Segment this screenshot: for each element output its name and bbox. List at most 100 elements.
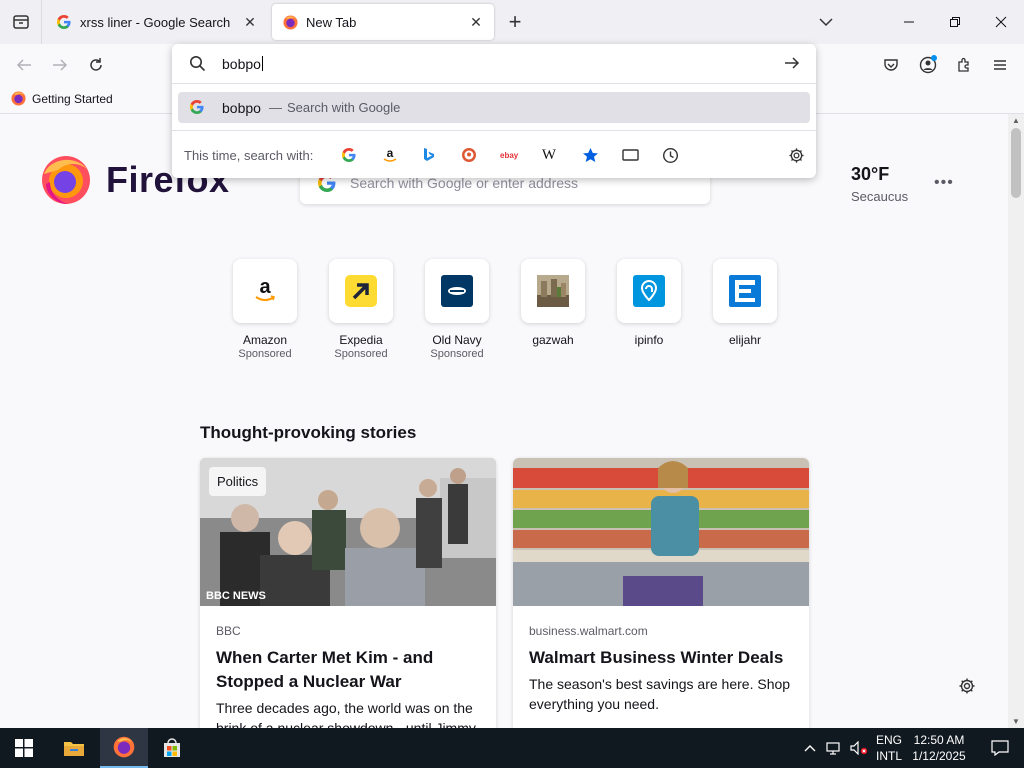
go-button[interactable]	[784, 55, 800, 76]
story-source: BBC	[216, 624, 241, 638]
sponsored-label: Sponsored	[430, 348, 484, 360]
gazwah-icon	[521, 259, 585, 323]
story-card[interactable]: Politics BBC NEWS BBC When Carter Met Ki…	[200, 458, 496, 728]
input-language[interactable]: ENG INTL	[872, 732, 906, 764]
google-icon[interactable]	[339, 145, 359, 165]
one-off-search-buttons: This time, search with: a ebay W	[172, 130, 816, 178]
bookmarks-star-icon[interactable]	[580, 145, 600, 165]
close-icon	[995, 16, 1007, 28]
story-excerpt: Three decades ago, the world was on the …	[216, 700, 476, 728]
chevron-down-icon	[819, 18, 833, 27]
puzzle-icon	[958, 57, 969, 72]
taskbar-file-explorer[interactable]	[50, 728, 98, 768]
bookmark-label: Getting Started	[32, 91, 113, 106]
close-window-button[interactable]	[978, 0, 1024, 44]
show-hidden-icons-button[interactable]	[798, 728, 822, 768]
search-settings-button[interactable]	[786, 145, 806, 165]
story-image: Politics BBC NEWS	[200, 458, 496, 606]
clock[interactable]: 12:50 AM 1/12/2025	[906, 732, 972, 764]
tab-google-search[interactable]: xrss liner - Google Search ✕	[46, 4, 268, 40]
shortcut-name: ipinfo	[634, 333, 664, 347]
start-button[interactable]	[0, 728, 48, 768]
extensions-button[interactable]	[949, 50, 979, 80]
store-icon	[164, 738, 180, 757]
duckduckgo-icon[interactable]	[459, 145, 479, 165]
wikipedia-icon[interactable]: W	[539, 145, 559, 165]
google-icon	[190, 99, 206, 116]
scroll-down-arrow-icon[interactable]: ▼	[1012, 717, 1020, 726]
keyboard-layout: INTL	[875, 749, 902, 763]
shortcut-tile[interactable]: Expedia Sponsored	[313, 259, 409, 360]
notification-icon	[991, 740, 1009, 756]
network-icon	[826, 742, 840, 755]
network-tray-icon[interactable]	[822, 728, 846, 768]
action-center-button[interactable]	[976, 728, 1024, 768]
shortcut-tile[interactable]: elijahr	[697, 259, 793, 347]
svg-text:a: a	[387, 147, 394, 160]
folder-icon	[64, 742, 84, 756]
new-tab-button[interactable]: +	[501, 8, 529, 36]
amazon-icon[interactable]: a	[380, 145, 400, 165]
clock-date: 1/12/2025	[912, 749, 966, 763]
story-category-tag: Politics	[209, 467, 267, 496]
volume-tray-icon[interactable]	[846, 728, 872, 768]
taskbar-store[interactable]	[148, 728, 196, 768]
old-navy-icon	[425, 259, 489, 323]
list-all-tabs-button[interactable]	[812, 8, 840, 36]
tabs-icon[interactable]	[620, 145, 640, 165]
app-menu-button[interactable]	[985, 50, 1015, 80]
search-icon	[189, 55, 206, 77]
windows-logo-icon	[15, 739, 33, 757]
expedia-icon	[329, 259, 393, 323]
weather-city: Secaucus	[851, 189, 909, 204]
ebay-icon[interactable]: ebay	[500, 145, 520, 165]
shortcut-name: Old Navy	[432, 333, 482, 347]
suggestion-query: bobpo	[222, 99, 261, 116]
page-scrollbar[interactable]: ▲ ▼	[1008, 114, 1024, 728]
firefox-icon	[11, 91, 26, 106]
back-button[interactable]	[9, 50, 39, 80]
image-caption-text: BBC NEWS	[206, 590, 266, 602]
account-button[interactable]	[913, 50, 943, 80]
sponsored-label: Sponsored	[238, 348, 292, 360]
bookmark-getting-started[interactable]: Getting Started	[11, 91, 113, 106]
weather-menu-button[interactable]: •••	[934, 174, 954, 192]
taskbar-firefox[interactable]	[100, 728, 148, 768]
shortcut-tile[interactable]: Old Navy Sponsored	[409, 259, 505, 360]
pocket-icon	[884, 59, 898, 71]
reload-button[interactable]	[81, 50, 111, 80]
search-suggestion-row[interactable]: bobpo — Search with Google	[178, 92, 810, 123]
scroll-up-arrow-icon[interactable]: ▲	[1012, 116, 1020, 125]
scrollbar-thumb[interactable]	[1011, 128, 1021, 198]
elijahr-icon	[713, 259, 777, 323]
story-image-caption: BBC NEWS	[206, 590, 266, 602]
windows-taskbar: ENG INTL 12:50 AM 1/12/2025	[0, 728, 1024, 768]
address-bar-text: bobpo	[222, 56, 263, 72]
story-card[interactable]: business.walmart.com Walmart Business Wi…	[513, 458, 809, 728]
weather-widget[interactable]: 30°F Secaucus	[851, 164, 908, 204]
back-arrow-icon	[16, 59, 31, 71]
history-icon[interactable]	[660, 145, 680, 165]
restore-icon	[950, 17, 960, 27]
close-tab-icon[interactable]: ✕	[464, 10, 488, 34]
shortcut-tile[interactable]: gazwah	[505, 259, 601, 347]
shortcut-tile[interactable]: a Amazon Sponsored	[217, 259, 313, 360]
address-bar-input[interactable]: bobpo	[172, 44, 816, 84]
restore-button[interactable]	[932, 0, 978, 44]
pocket-button[interactable]	[876, 50, 906, 80]
firefox-view-button[interactable]	[0, 0, 42, 44]
reload-icon	[90, 58, 102, 71]
chevron-up-icon	[804, 745, 816, 752]
shortcut-name: Expedia	[339, 333, 383, 347]
story-headline: When Carter Met Kim - and Stopped a Nucl…	[216, 648, 434, 691]
tab-new-tab[interactable]: New Tab ✕	[272, 4, 494, 40]
bing-icon[interactable]	[419, 145, 439, 165]
ebay-glyph: ebay	[500, 151, 519, 160]
minimize-button[interactable]	[886, 0, 932, 44]
close-tab-icon[interactable]: ✕	[238, 10, 262, 34]
text-caret	[261, 56, 263, 71]
personalize-button[interactable]	[958, 677, 976, 700]
minimize-icon	[904, 21, 914, 23]
forward-button[interactable]	[45, 50, 75, 80]
shortcut-tile[interactable]: ipinfo	[601, 259, 697, 347]
